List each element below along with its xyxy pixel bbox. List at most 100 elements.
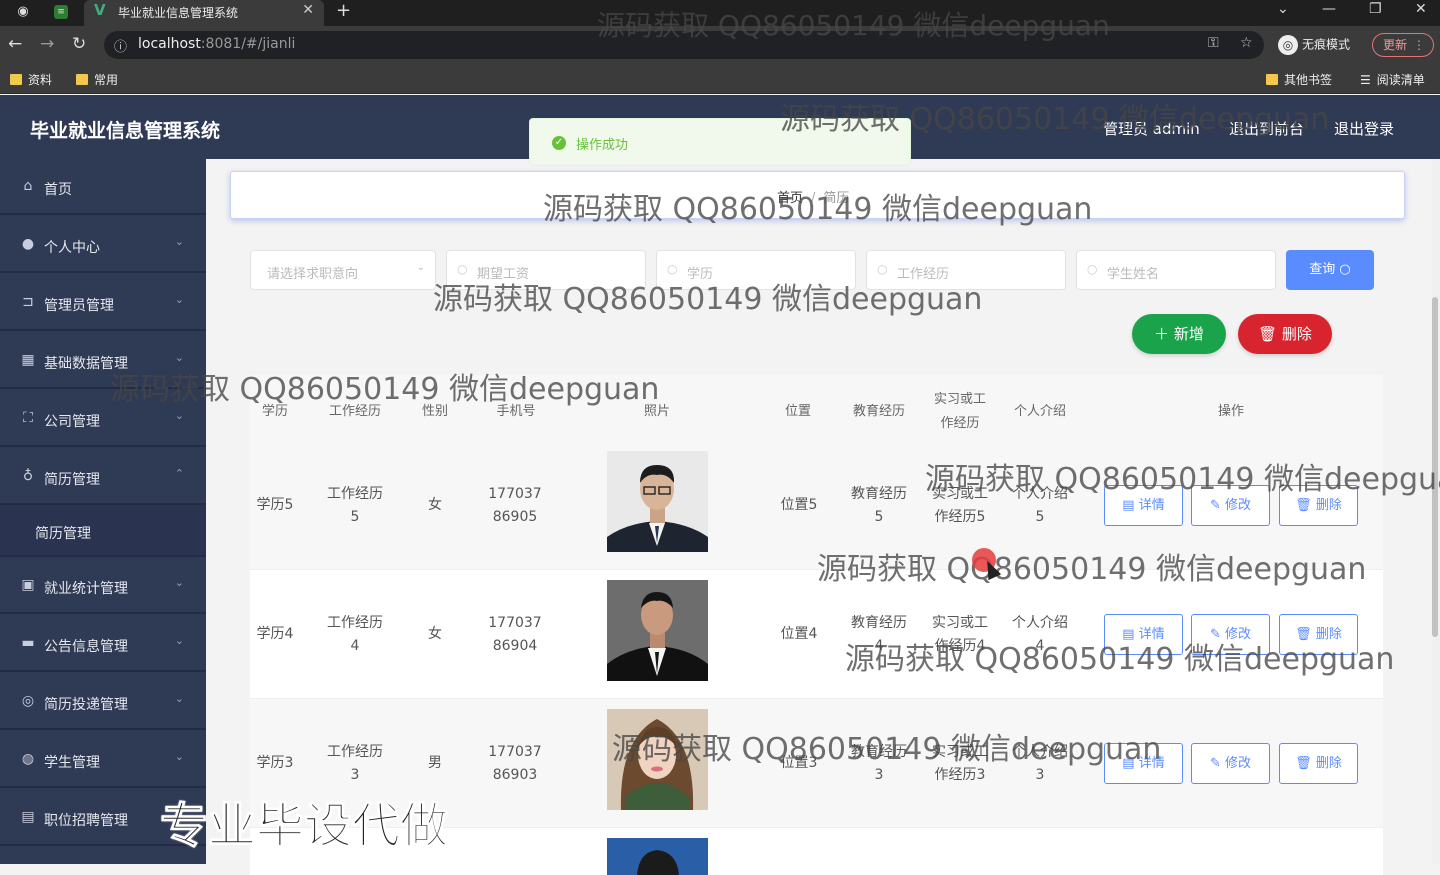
- photo-thumbnail[interactable]: [607, 451, 708, 552]
- photo-thumbnail[interactable]: [607, 838, 708, 875]
- new-tab-icon[interactable]: +: [336, 0, 351, 21]
- sidebar-item-resume-delivery[interactable]: ◎ 简历投递管理 ⌄: [0, 674, 206, 730]
- trash-icon: 🗑: [1295, 756, 1312, 771]
- back-icon[interactable]: ←: [8, 34, 22, 54]
- sidebar-item-label: 个人中心: [44, 240, 100, 256]
- job-intent-select[interactable]: 请选择求职意向 ⌄: [250, 250, 436, 290]
- th-operations: 操作: [1217, 404, 1244, 419]
- sidebar-item-admin[interactable]: ⊐ 管理员管理 ⌄: [0, 275, 206, 331]
- reload-icon[interactable]: ↻: [72, 34, 86, 54]
- th-photo: 照片: [643, 404, 670, 419]
- experience-input[interactable]: ○ 工作经历: [866, 250, 1066, 290]
- sidebar-subitem-resume[interactable]: 简历管理: [0, 505, 206, 557]
- sidebar-item-home[interactable]: ⌂ 首页: [0, 159, 206, 215]
- home-icon: ⌂: [23, 178, 33, 194]
- cell-location: 位置5: [780, 497, 818, 513]
- add-button[interactable]: ＋ 新增: [1132, 314, 1226, 354]
- detail-button[interactable]: ▤ 详情: [1104, 614, 1183, 655]
- input-placeholder: 学历: [687, 267, 714, 282]
- address-bar: ← → ↻ ⓘ localhost:8081/#/jianli ⚿ ☆ ◎ 无痕模…: [0, 26, 1440, 64]
- sidebar-item-employment-stats[interactable]: ▣ 就业统计管理 ⌄: [0, 558, 206, 614]
- reading-list[interactable]: ☰ 阅读清单: [1360, 71, 1425, 88]
- cell-experience: 工作经历5: [327, 486, 383, 525]
- edit-button[interactable]: ✎ 修改: [1191, 614, 1270, 655]
- input-placeholder: 工作经历: [897, 267, 950, 282]
- photo-thumbnail[interactable]: [607, 580, 708, 681]
- row-delete-button[interactable]: 🗑 删除: [1279, 743, 1358, 784]
- url-path: :8081/#/jianli: [200, 36, 296, 52]
- detail-button[interactable]: ▤ 详情: [1104, 743, 1183, 784]
- edit-button[interactable]: ✎ 修改: [1191, 743, 1270, 784]
- cell-internship: 实习或工作经历5: [932, 486, 988, 525]
- incognito-indicator[interactable]: ◎ 无痕模式: [1278, 35, 1350, 55]
- education-input[interactable]: ○ 学历: [656, 250, 856, 290]
- key-icon[interactable]: ⚿: [1208, 35, 1219, 51]
- browser-profile-icon[interactable]: ◉: [14, 3, 32, 21]
- chevron-down-icon: ⌄: [174, 409, 184, 422]
- bookmark-label: 资料: [28, 73, 53, 87]
- active-tab[interactable]: V 毕业就业信息管理系统 ✕: [84, 0, 324, 26]
- sidebar-item-student[interactable]: ◍ 学生管理 ⌄: [0, 732, 206, 788]
- cell-internship: 实习或工作经历4: [932, 615, 988, 654]
- trash-icon: 🗑: [1295, 498, 1312, 513]
- tab-search-icon[interactable]: ⌄: [1277, 0, 1289, 18]
- portrait-image: [607, 838, 708, 875]
- sidebar-item-label: 公司管理: [44, 414, 100, 430]
- document-icon: ▤: [1122, 756, 1135, 771]
- cell-intro: 个人介绍5: [1012, 486, 1068, 525]
- other-bookmarks[interactable]: 其他书签: [1266, 71, 1332, 88]
- sidebar-item-profile[interactable]: ● 个人中心 ⌄: [0, 217, 206, 273]
- chevron-up-icon: ⌃: [174, 467, 184, 480]
- th-experience: 工作经历: [328, 404, 381, 419]
- page-scrollbar[interactable]: [1432, 159, 1440, 864]
- logout-link[interactable]: 退出登录: [1334, 118, 1394, 139]
- close-window-icon[interactable]: ✕: [1415, 0, 1427, 18]
- query-button[interactable]: 查询 ○: [1286, 250, 1374, 290]
- bookmark-folder-1[interactable]: 资料: [10, 71, 52, 88]
- sidebar-item-notice[interactable]: ▬ 公告信息管理 ⌄: [0, 616, 206, 672]
- bookmark-star-icon[interactable]: ☆: [1240, 35, 1253, 51]
- batch-delete-button[interactable]: 🗑 删除: [1238, 314, 1332, 354]
- detail-label: 详情: [1138, 756, 1165, 771]
- sidebar-item-label: 职位招聘管理: [44, 813, 128, 829]
- breadcrumb-current: 简历: [823, 191, 850, 206]
- sidebar-item-basic-data[interactable]: ▦ 基础数据管理 ⌄: [0, 333, 206, 389]
- row-delete-button[interactable]: 🗑 删除: [1279, 614, 1358, 655]
- minimize-icon[interactable]: —: [1322, 0, 1336, 18]
- folder-icon: [76, 74, 88, 85]
- sidebar-item-resume[interactable]: ♁ 简历管理 ⌃: [0, 449, 206, 505]
- main-content: 首页 / 简历 请选择求职意向 ⌄ ○ 期望工资 ○ 学历 ○ 工作经历 ○ 学生姓…: [206, 159, 1440, 875]
- tab-close-icon[interactable]: ✕: [302, 2, 314, 18]
- url-host: localhost: [138, 36, 201, 52]
- breadcrumb-home[interactable]: 首页: [777, 191, 803, 206]
- th-location: 位置: [784, 404, 811, 419]
- scrollbar-thumb[interactable]: [1432, 297, 1438, 637]
- exit-to-front-link[interactable]: 退出到前台: [1229, 118, 1304, 139]
- bookmark-folder-2[interactable]: 常用: [76, 71, 118, 88]
- sidebar: ⌂ 首页 ● 个人中心 ⌄ ⊐ 管理员管理 ⌄ ▦ 基础数据管理 ⌄ ⛶ 公司管…: [0, 159, 206, 864]
- chevron-down-icon: ⌄: [174, 576, 184, 589]
- sidebar-item-company[interactable]: ⛶ 公司管理 ⌄: [0, 391, 206, 447]
- th-gender: 性别: [421, 404, 448, 419]
- admin-icon: ⊐: [22, 294, 34, 310]
- plus-icon: ＋: [1154, 325, 1170, 343]
- photo-thumbnail[interactable]: [607, 709, 708, 810]
- forward-icon[interactable]: →: [40, 34, 54, 54]
- pinned-tab-icon[interactable]: ≡: [54, 5, 68, 19]
- chevron-down-icon: ⌄: [174, 351, 184, 364]
- student-name-input[interactable]: ○ 学生姓名: [1076, 250, 1276, 290]
- salary-input[interactable]: ○ 期望工资: [446, 250, 646, 290]
- bookmark-label: 其他书签: [1284, 73, 1333, 87]
- row-delete-button[interactable]: 🗑 删除: [1279, 485, 1358, 526]
- sidebar-item-label: 基础数据管理: [44, 356, 128, 372]
- resume-panel: 请选择求职意向 ⌄ ○ 期望工资 ○ 学历 ○ 工作经历 ○ 学生姓名 查询 ○…: [230, 235, 1405, 875]
- detail-button[interactable]: ▤ 详情: [1104, 485, 1183, 526]
- edit-button[interactable]: ✎ 修改: [1191, 485, 1270, 526]
- site-info-icon[interactable]: ⓘ: [114, 36, 127, 55]
- chevron-down-icon: ⌄: [416, 262, 425, 273]
- url-field[interactable]: ⓘ localhost:8081/#/jianli ⚿ ☆: [104, 31, 1264, 59]
- restore-icon[interactable]: ❐: [1369, 0, 1382, 18]
- cell-intro: 个人介绍3: [1012, 744, 1068, 783]
- update-button[interactable]: 更新 ⋮: [1372, 33, 1434, 57]
- table-row: 学历4 工作经历4 女 17703786904 位置4 教育经历4 实习或工作经…: [250, 570, 1383, 699]
